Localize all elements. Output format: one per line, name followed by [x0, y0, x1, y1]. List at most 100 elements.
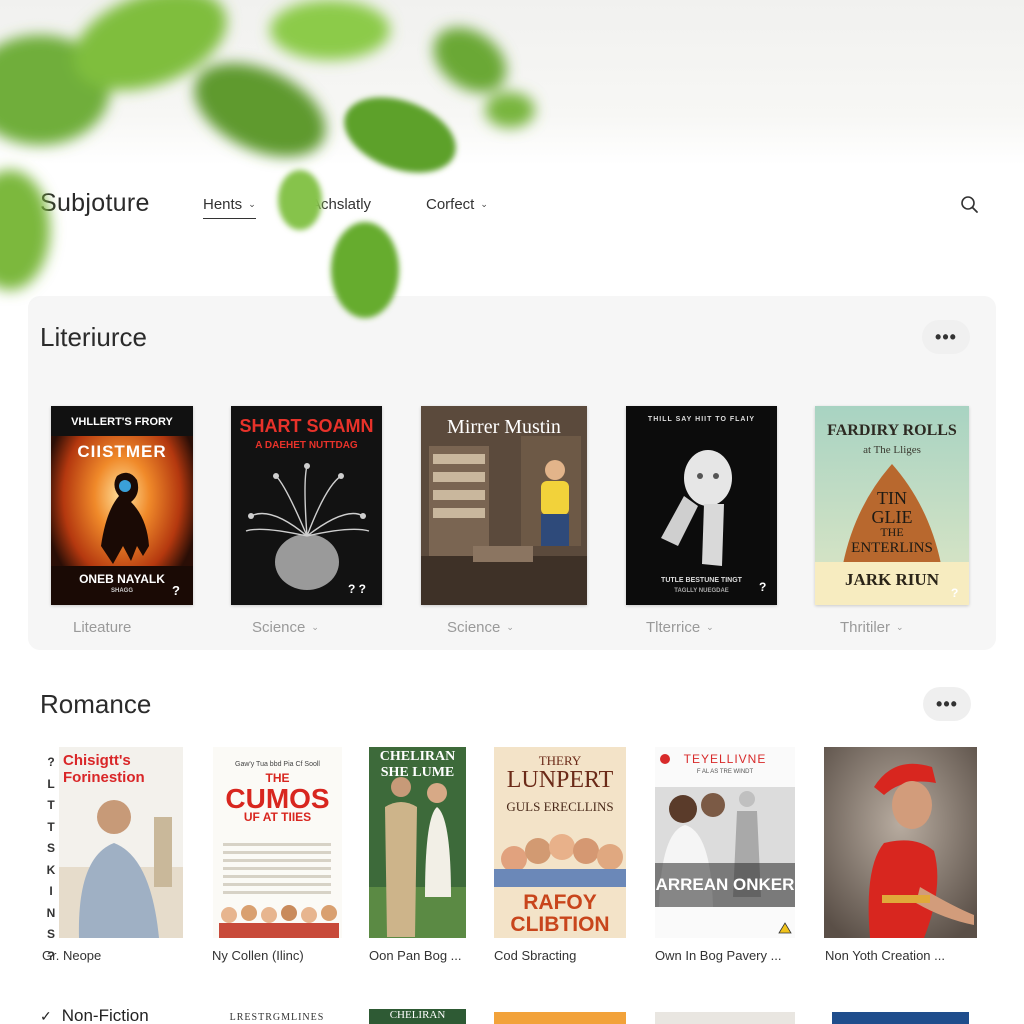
nav-item-label: Corfect [426, 196, 475, 213]
book-mark: ? [951, 586, 959, 600]
book-cover[interactable]: SHART SOAMN A DAEHET NUTTDAG ? ? [231, 406, 382, 605]
book-title: FARDIRY ROLLS [827, 422, 957, 439]
side-letter: ? [47, 755, 55, 769]
book-title: CLIBTION [510, 913, 610, 936]
book-cover-peek[interactable] [494, 1012, 626, 1024]
chevron-down-icon: ⌄ [480, 199, 488, 209]
book-cover[interactable]: CHELIRAN SHE LUME [369, 747, 466, 938]
section-title-romance: Romance [40, 689, 152, 719]
nav-item-label: Hents [203, 196, 243, 213]
chevron-down-icon: ⌄ [248, 199, 256, 209]
book-title: THE [880, 525, 904, 539]
book-cover[interactable] [824, 747, 977, 938]
book-category[interactable]: Science ⌄ [447, 619, 514, 636]
hero-banner [0, 0, 1024, 165]
book-subtitle: A DAEHET NUTTDAG [255, 440, 358, 451]
book-mark: ? [759, 580, 767, 594]
book-caption[interactable]: Oon Pan Bog ... [369, 948, 462, 963]
section-title-literature: Literiurce [40, 322, 147, 352]
book-caption[interactable]: Ny Collen (Ilinc) [212, 948, 304, 963]
book-category-label: Science [252, 619, 306, 636]
book-subtitle: Gaw'y Tua bbd Pia Cf Sooll [235, 761, 320, 768]
book-subtitle: at The Lliges [863, 444, 921, 456]
book-title: Mirrer Mustin [447, 416, 561, 438]
book-cover-art [655, 747, 795, 938]
book-category-label: Tlterrice [646, 619, 701, 636]
side-letter: N [46, 905, 56, 920]
book-caption[interactable]: Cod Sbracting [494, 948, 576, 963]
book-category[interactable]: Tlterrice ⌄ [646, 619, 714, 636]
side-letter: T [47, 798, 55, 812]
side-letter: S [46, 927, 55, 941]
book-cover[interactable]: THILL SAY HIIT TO FLAIY TUTLE BESTUNE TI… [626, 406, 777, 605]
book-cover-peek[interactable]: CHELIRAN [369, 1009, 466, 1024]
book-author: TAGLLY NUEGDAE [674, 588, 729, 594]
nav-item-label: Achslatly [311, 196, 372, 213]
book-cover[interactable]: VHLLERT'S FRORY CIISTMER ONEB NAYALK SHA… [51, 406, 193, 605]
chevron-down-icon: ⌄ [896, 622, 904, 632]
brand-logo[interactable]: Subjoture [40, 189, 150, 218]
search-icon [961, 196, 978, 213]
book-subtitle: F AL AS TRE WINDT [696, 769, 754, 775]
book-title: Chisigtt's [63, 752, 131, 769]
book-subtitle: TUTLE BESTUNE TINGT [661, 577, 742, 584]
book-title: CHELIRAN [379, 749, 456, 764]
book-caption[interactable]: Own In Bog Pavery ... [655, 948, 781, 963]
book-mark: ? ? [348, 582, 366, 596]
book-title: SHE LUME [380, 765, 455, 780]
book-cover[interactable]: THERY LUNPERT GULS ERECLLINS RAFOY CLIBT… [494, 747, 626, 938]
section-title-nonfiction[interactable]: ✓ Non-Fiction [40, 1006, 149, 1024]
book-cover[interactable]: FARDIRY ROLLS at The Lliges TIN GLIE THE… [815, 406, 969, 605]
book-cover[interactable]: TEYELLIVNE F AL AS TRE WINDT ARREAN ONKE… [655, 747, 795, 938]
book-author: JARK RIUN [845, 570, 939, 589]
chevron-down-icon: ⌄ [506, 622, 514, 632]
nav-item-achslatly[interactable]: Achslatly [311, 196, 371, 213]
romance-more-button[interactable]: ••• [923, 687, 971, 721]
side-letter: T [47, 819, 55, 834]
book-caption[interactable]: Non Yoth Creation ... [825, 948, 945, 963]
nav-item-corfect[interactable]: Corfect ⌄ [426, 196, 488, 213]
nav-item-hents[interactable]: Hents ⌄ [203, 196, 256, 219]
book-title: THILL SAY HIIT TO FLAIY [647, 416, 756, 423]
side-letter: K [46, 862, 56, 877]
book-title: Forinestion [63, 769, 145, 786]
top-navigation-bar: Subjoture Hents ⌄ Achslatly Corfect ⌄ [0, 165, 1024, 245]
book-cover-peek[interactable] [655, 1012, 795, 1024]
book-caption[interactable]: Gr. Neope [42, 948, 101, 963]
side-letter-strip: ? L T T S K I N S ? [44, 752, 58, 967]
check-icon: ✓ [40, 1008, 52, 1024]
section-title-label: Non-Fiction [61, 1006, 149, 1024]
side-letter: S [46, 841, 55, 855]
literature-more-button[interactable]: ••• [922, 320, 970, 354]
book-cover[interactable]: Chisigtt's Forinestion [59, 747, 183, 938]
book-title: RAFOY [523, 891, 597, 914]
book-subtitle: UF AT TIIES [243, 810, 312, 824]
book-cover-art [824, 747, 977, 938]
more-dots-icon: ••• [935, 326, 957, 347]
book-cover[interactable]: Gaw'y Tua bbd Pia Cf Sooll THE CUMOS UF … [213, 747, 342, 938]
book-category[interactable]: Liteature [73, 619, 131, 636]
book-cover-peek[interactable] [832, 1012, 969, 1024]
side-letter: I [49, 884, 53, 898]
book-subtitle: GULS ERECLLINS [506, 799, 614, 814]
book-author: ARREAN ONKER [655, 875, 795, 894]
book-title: ENTERLINS [851, 540, 933, 556]
book-mark: ? [172, 583, 180, 598]
book-title: VHLLERT'S FRORY [71, 416, 173, 428]
book-cover-art [626, 406, 777, 605]
book-title: TIN [877, 488, 907, 508]
more-dots-icon: ••• [936, 693, 958, 714]
book-category[interactable]: Thritiler ⌄ [840, 619, 904, 636]
book-title: TEYELLIVNE [683, 752, 767, 766]
chevron-down-icon: ⌄ [706, 622, 714, 632]
book-title: SHART SOAMN [239, 416, 374, 436]
book-category-label: Thritiler [840, 619, 891, 636]
book-category[interactable]: Science ⌄ [252, 619, 319, 636]
book-category-label: Science [447, 619, 501, 636]
book-title: LUNPERT [506, 767, 614, 793]
chevron-down-icon: ⌄ [311, 622, 319, 632]
book-cover-peek[interactable]: LRESTRGMLINES [213, 1012, 341, 1024]
book-cover[interactable]: Mirrer Mustin [421, 406, 587, 605]
search-button[interactable] [958, 193, 982, 217]
side-letter: L [47, 776, 55, 791]
